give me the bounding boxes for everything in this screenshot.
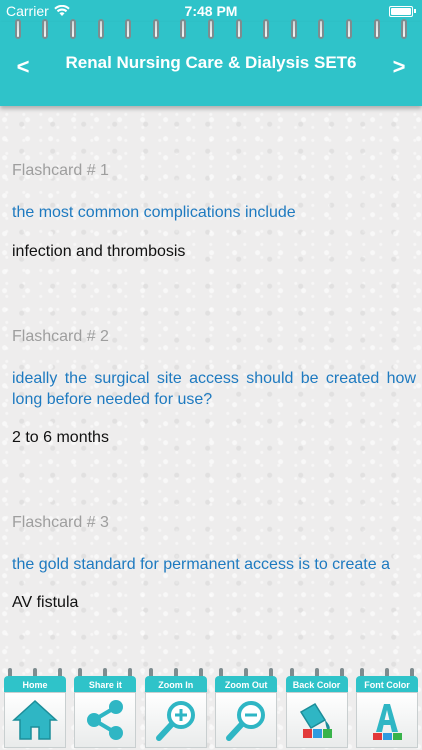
- flashcard-3: Flashcard # 3 the gold standard for perm…: [12, 514, 416, 612]
- font-color-button[interactable]: Font Color: [354, 668, 420, 748]
- status-left: Carrier: [6, 3, 70, 19]
- share-button[interactable]: Share it: [72, 668, 138, 748]
- zoom-out-icon: [226, 701, 266, 741]
- home-icon: [12, 699, 58, 740]
- font-letter-icon: [372, 704, 402, 740]
- flashcard-answer: 2 to 6 months: [12, 429, 109, 446]
- zoom-in-icon: [155, 701, 195, 741]
- flashcard-2: Flashcard # 2 ideally the surgical site …: [12, 328, 416, 447]
- flashcard-answer: AV fistula: [12, 594, 79, 611]
- flashcard-number: Flashcard # 3: [12, 514, 109, 531]
- zoom-out-button[interactable]: Zoom Out: [213, 668, 279, 748]
- flashcard-question: the most common complications include: [12, 204, 296, 221]
- spiral-rings: [0, 19, 422, 44]
- paint-bucket-icon: [299, 702, 332, 738]
- home-button[interactable]: Home: [2, 668, 68, 748]
- flashcard-1: Flashcard # 1 the most common complicati…: [12, 162, 416, 261]
- bottom-toolbar: Home Share it Zoom In Zoom Out Back Colo…: [0, 668, 422, 750]
- flashcard-number: Flashcard # 1: [12, 162, 109, 179]
- flashcard-number: Flashcard # 2: [12, 328, 109, 345]
- flashcard-question: ideally the surgical site access should …: [12, 370, 416, 408]
- header-bar: < Renal Nursing Care & Dialysis SET6 >: [0, 19, 422, 106]
- flashcard-answer: infection and thrombosis: [12, 243, 186, 260]
- page-title: Renal Nursing Care & Dialysis SET6: [65, 53, 357, 72]
- previous-button[interactable]: <: [8, 52, 38, 82]
- battery-icon: [389, 5, 416, 17]
- zoom-in-button[interactable]: Zoom In: [143, 668, 209, 748]
- next-button[interactable]: >: [384, 52, 414, 82]
- flashcard-question: the gold standard for permanent access i…: [12, 556, 390, 573]
- back-color-button[interactable]: Back Color: [284, 668, 350, 748]
- carrier-label: Carrier: [6, 3, 49, 19]
- share-icon: [87, 700, 124, 740]
- wifi-icon: [54, 5, 70, 16]
